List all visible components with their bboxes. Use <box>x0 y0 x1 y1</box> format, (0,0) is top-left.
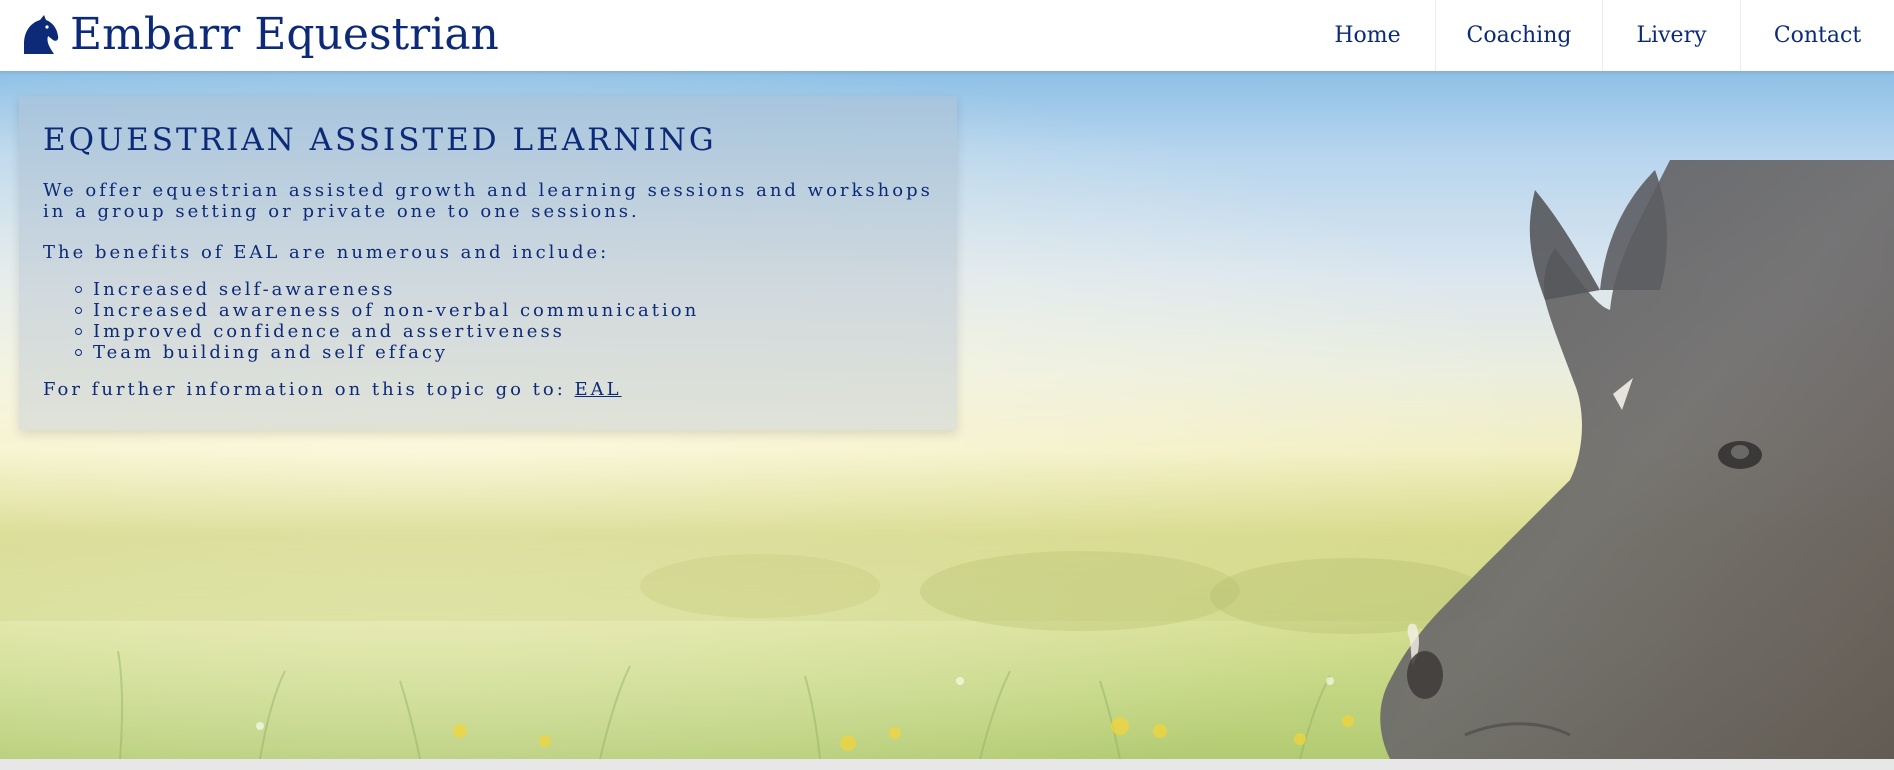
list-item: Improved confidence and assertiveness <box>75 321 933 342</box>
bottom-strip <box>0 759 1894 770</box>
list-item: Increased self-awareness <box>75 279 933 300</box>
benefit-text: Increased self-awareness <box>93 279 396 300</box>
further-info-prefix: For further information on this topic go… <box>43 379 566 400</box>
nav-contact[interactable]: Contact <box>1740 0 1894 71</box>
benefit-text: Team building and self effacy <box>93 342 449 363</box>
nav-coaching[interactable]: Coaching <box>1435 0 1602 71</box>
eal-link[interactable]: EAL <box>575 379 622 400</box>
site-header: Embarr Equestrian Home Coaching Livery C… <box>0 0 1894 71</box>
benefit-text: Increased awareness of non-verbal commun… <box>93 300 700 321</box>
bullet-icon <box>75 307 82 314</box>
benefits-intro-text: The benefits of EAL are numerous and inc… <box>43 242 610 263</box>
bullet-icon <box>75 349 82 356</box>
benefits-list: Increased self-awareness Increased aware… <box>43 279 933 363</box>
brand-name: Embarr Equestrian <box>70 9 499 60</box>
card-title: EQUESTRIAN ASSISTED LEARNING <box>43 122 717 158</box>
nav-home[interactable]: Home <box>1300 0 1435 71</box>
horse-image <box>1380 160 1894 759</box>
list-item: Team building and self effacy <box>75 342 933 363</box>
list-item: Increased awareness of non-verbal commun… <box>75 300 933 321</box>
bullet-icon <box>75 328 82 335</box>
horse-head-icon <box>24 15 59 54</box>
bullet-icon <box>75 286 82 293</box>
benefit-text: Improved confidence and assertiveness <box>93 321 565 342</box>
intro-text: We offer equestrian assisted growth and … <box>43 180 933 222</box>
brand[interactable]: Embarr Equestrian <box>18 10 499 60</box>
further-info-text: For further information on this topic go… <box>43 379 933 400</box>
nav-livery[interactable]: Livery <box>1602 0 1740 71</box>
main-nav: Home Coaching Livery Contact <box>1300 0 1894 71</box>
eal-info-card: EQUESTRIAN ASSISTED LEARNING We offer eq… <box>19 96 957 430</box>
